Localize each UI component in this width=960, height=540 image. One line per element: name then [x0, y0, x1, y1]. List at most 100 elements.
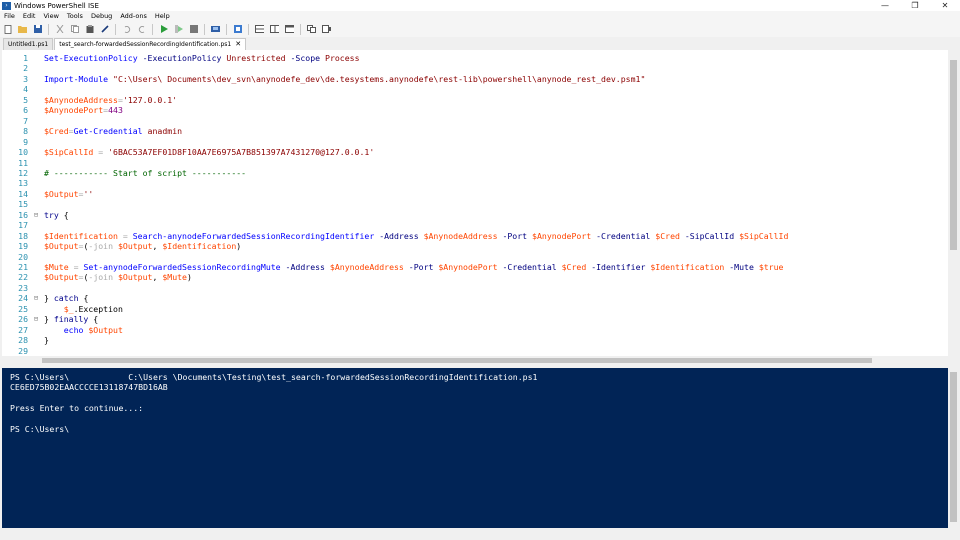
script-editor[interactable]: 1 Set-ExecutionPolicy -ExecutionPolicy Un…	[2, 50, 948, 356]
code-line[interactable]: 7	[2, 116, 44, 126]
layout-top-icon[interactable]	[255, 25, 264, 34]
code-line[interactable]: 1 Set-ExecutionPolicy -ExecutionPolicy Un…	[2, 53, 359, 63]
code-token-param: -Address	[379, 230, 424, 241]
code-line[interactable]: 25 $_.Exception	[2, 304, 123, 314]
code-line[interactable]: 18 $Identification = Search-anynodeForwar…	[2, 231, 788, 241]
code-token-op: =	[122, 230, 133, 241]
tab-untitled1[interactable]: Untitled1.ps1	[3, 38, 54, 50]
code-text: $Mute = Set-anynodeForwardedSessionRecor…	[40, 262, 783, 272]
code-token-var: $Mute	[162, 272, 187, 283]
code-line[interactable]: 20	[2, 252, 44, 262]
code-token-str: Unrestricted	[226, 53, 291, 63]
code-line[interactable]: 2	[2, 63, 44, 73]
tab-test-search-script[interactable]: test_search-forwardedSessionRecordingIde…	[54, 38, 247, 50]
code-line[interactable]: 21 $Mute = Set-anynodeForwardedSessionRec…	[2, 262, 783, 272]
code-line[interactable]: 27 echo $Output	[2, 325, 123, 335]
code-line[interactable]: 14 $Output=''	[2, 189, 93, 199]
scrollbar-thumb[interactable]	[950, 60, 957, 250]
clear-icon[interactable]	[100, 25, 109, 34]
layout-right-icon[interactable]	[270, 25, 279, 34]
code-text: Import-Module "C:\Users\ Documents\dev_s…	[40, 74, 645, 84]
line-number: 3	[23, 73, 28, 84]
fold-toggle-icon[interactable]: ⊟	[32, 314, 40, 324]
code-line[interactable]: 6 $AnynodePort=443	[2, 105, 123, 115]
commands-icon[interactable]	[307, 25, 316, 34]
code-line[interactable]: 4	[2, 84, 44, 94]
code-token-txt: {	[63, 209, 69, 220]
code-line[interactable]: 17	[2, 220, 44, 230]
code-line[interactable]: 22 $Output=(-join $Output, $Mute)	[2, 272, 192, 282]
code-line[interactable]: 12 # ----------- Start of script --------…	[2, 168, 246, 178]
new-icon[interactable]	[3, 24, 12, 34]
code-line[interactable]: 28}	[2, 335, 49, 345]
code-token-cmt: # ----------- Start of script ----------…	[44, 167, 247, 178]
code-line[interactable]: 11	[2, 158, 44, 168]
menu-view[interactable]: View	[39, 11, 62, 21]
fold-toggle-icon[interactable]: ⊟	[32, 210, 40, 220]
menu-edit[interactable]: Edit	[19, 11, 40, 21]
undo-icon[interactable]	[122, 25, 131, 34]
paste-icon[interactable]	[85, 25, 94, 34]
code-token-var: $Output	[44, 188, 79, 199]
toolbar	[0, 21, 960, 37]
code-line[interactable]: 23	[2, 283, 44, 293]
run-selection-icon[interactable]	[174, 25, 183, 34]
open-icon[interactable]	[18, 25, 27, 34]
scrollbar-thumb[interactable]	[42, 358, 872, 363]
code-line[interactable]: 5 $AnynodeAddress='127.0.0.1'	[2, 95, 177, 105]
addon-icon[interactable]	[322, 25, 331, 34]
code-token-str: '6BAC53A7EF01D8F10AA7E6975A7B851397A7431…	[108, 147, 375, 158]
line-number: 5	[23, 94, 28, 105]
code-line[interactable]: 13	[2, 178, 44, 188]
scrollbar-thumb[interactable]	[950, 372, 957, 522]
console-pane[interactable]: PS C:\Users\ C:\Users \Documents\Testing…	[2, 368, 948, 528]
debug-icon[interactable]	[233, 25, 242, 34]
editor-horizontal-scrollbar[interactable]	[2, 356, 948, 365]
code-line[interactable]: 15	[2, 199, 44, 209]
code-token-cmd: Search-anynodeForwardedSessionRecordingI…	[132, 230, 380, 241]
editor-vertical-scrollbar[interactable]	[948, 50, 960, 356]
code-line[interactable]: 3 Import-Module "C:\Users\ Documents\dev_…	[2, 74, 645, 84]
fold-toggle-icon[interactable]: ⊟	[32, 293, 40, 303]
code-line[interactable]: 29	[2, 346, 44, 356]
maximize-button[interactable]: ❐	[900, 0, 930, 11]
menu-help[interactable]: Help	[151, 11, 174, 21]
code-token-var: $AnynodePort	[44, 105, 104, 116]
code-line[interactable]: 19 $Output=(-join $Output, $Identificatio…	[2, 241, 241, 251]
stop-icon[interactable]	[189, 25, 198, 34]
close-button[interactable]: ✕	[930, 0, 960, 11]
console-vertical-scrollbar[interactable]	[948, 368, 960, 528]
menu-add-ons[interactable]: Add-ons	[116, 11, 151, 21]
code-line[interactable]: 8 $Cred=Get-Credential anadmin	[2, 126, 182, 136]
menu-file[interactable]: File	[0, 11, 19, 21]
minimize-button[interactable]: —	[870, 0, 900, 11]
redo-icon[interactable]	[137, 25, 146, 34]
code-line[interactable]: 9	[2, 137, 44, 147]
code-token-var: $AnynodeAddress	[44, 94, 118, 105]
remote-icon[interactable]	[211, 25, 220, 34]
code-token-param: -Identifier	[591, 262, 651, 272]
layout-max-icon[interactable]	[285, 25, 294, 34]
code-token-param: -Credential	[502, 262, 562, 272]
line-number: 2	[23, 63, 28, 74]
code-token-str: ''	[83, 188, 94, 199]
code-line[interactable]: 16 ⊟ try {	[2, 210, 69, 220]
line-number: 29	[18, 345, 28, 356]
menu-debug[interactable]: Debug	[87, 11, 116, 21]
copy-icon[interactable]	[70, 25, 79, 34]
line-number: 17	[18, 220, 28, 231]
menu-tools[interactable]: Tools	[63, 11, 87, 21]
code-line[interactable]: 26 ⊟} finally {	[2, 314, 98, 324]
code-token-param: -Scope	[290, 53, 326, 63]
run-icon[interactable]	[159, 25, 168, 34]
code-token-op: =	[98, 147, 109, 158]
code-token-var: $AnynodePort	[438, 262, 503, 272]
close-tab-icon[interactable]: ✕	[235, 39, 241, 50]
toolbar-separator	[204, 23, 205, 35]
code-text: }	[40, 335, 49, 345]
cut-icon[interactable]	[55, 25, 64, 34]
code-line[interactable]: 10 $SipCallId = '6BAC53A7EF01D8F10AA7E697…	[2, 147, 374, 157]
code-line[interactable]: 24 ⊟} catch {	[2, 293, 88, 303]
save-icon[interactable]	[33, 25, 42, 34]
